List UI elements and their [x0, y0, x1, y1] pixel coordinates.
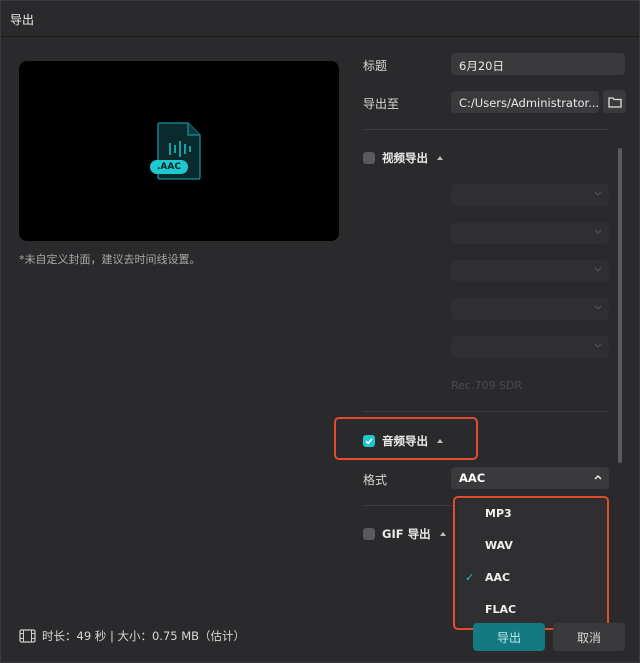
title-input[interactable]: 6月20日: [451, 53, 625, 75]
format-dropdown-highlight: [453, 496, 609, 630]
chevron-down-icon: [594, 305, 602, 310]
chevron-down-icon: [594, 191, 602, 196]
cover-note: *未自定义封面，建议去时间线设置。: [19, 253, 201, 266]
audio-export-toggle[interactable]: 音频导出: [363, 433, 443, 449]
video-setting-select-2[interactable]: [451, 222, 609, 244]
caret-up-icon: [437, 156, 443, 160]
folder-icon: [607, 96, 622, 108]
settings-scrollbar[interactable]: [618, 148, 622, 463]
video-setting-select-1[interactable]: [451, 184, 609, 206]
export-to-label: 导出至: [363, 97, 400, 111]
video-setting-select-5[interactable]: [451, 336, 609, 358]
format-label: 格式: [363, 473, 388, 487]
title-bar: 导出: [1, 1, 639, 37]
chevron-down-icon: [594, 267, 602, 272]
export-info: 时长：49 秒 | 大小：0.75 MB（估计）: [19, 628, 245, 644]
color-space-label: Rec.709 SDR: [451, 379, 523, 392]
divider-2: [363, 411, 609, 412]
divider-3: [363, 505, 453, 506]
video-setting-select-3[interactable]: [451, 260, 609, 282]
export-preview: .AAC: [19, 61, 339, 241]
cancel-button[interactable]: 取消: [553, 623, 625, 651]
video-export-toggle[interactable]: 视频导出: [363, 150, 443, 166]
export-dialog: 导出 .AAC *未自定义封面，建议去时间线设置。 标题 6月20日 导出至 C…: [0, 0, 640, 663]
export-button[interactable]: 导出: [473, 623, 545, 651]
gif-export-toggle[interactable]: GIF 导出: [363, 526, 446, 542]
chevron-down-icon: [594, 343, 602, 348]
video-setting-select-4[interactable]: [451, 298, 609, 320]
audio-export-checkbox[interactable]: [363, 435, 375, 447]
dialog-title: 导出: [10, 13, 35, 27]
divider-1: [363, 129, 609, 130]
check-icon: [365, 438, 373, 445]
gif-export-checkbox[interactable]: [363, 528, 375, 540]
video-export-checkbox[interactable]: [363, 152, 375, 164]
film-icon: [19, 629, 36, 643]
chevron-up-icon: [594, 474, 602, 480]
chevron-down-icon: [594, 229, 602, 234]
browse-folder-button[interactable]: [603, 90, 626, 113]
format-badge: .AAC: [150, 160, 188, 174]
title-label: 标题: [363, 59, 388, 73]
caret-up-icon: [439, 532, 446, 536]
format-select[interactable]: AAC: [451, 467, 609, 489]
caret-up-icon: [437, 439, 443, 443]
export-path-input[interactable]: C:/Users/Administrator...: [451, 91, 599, 113]
